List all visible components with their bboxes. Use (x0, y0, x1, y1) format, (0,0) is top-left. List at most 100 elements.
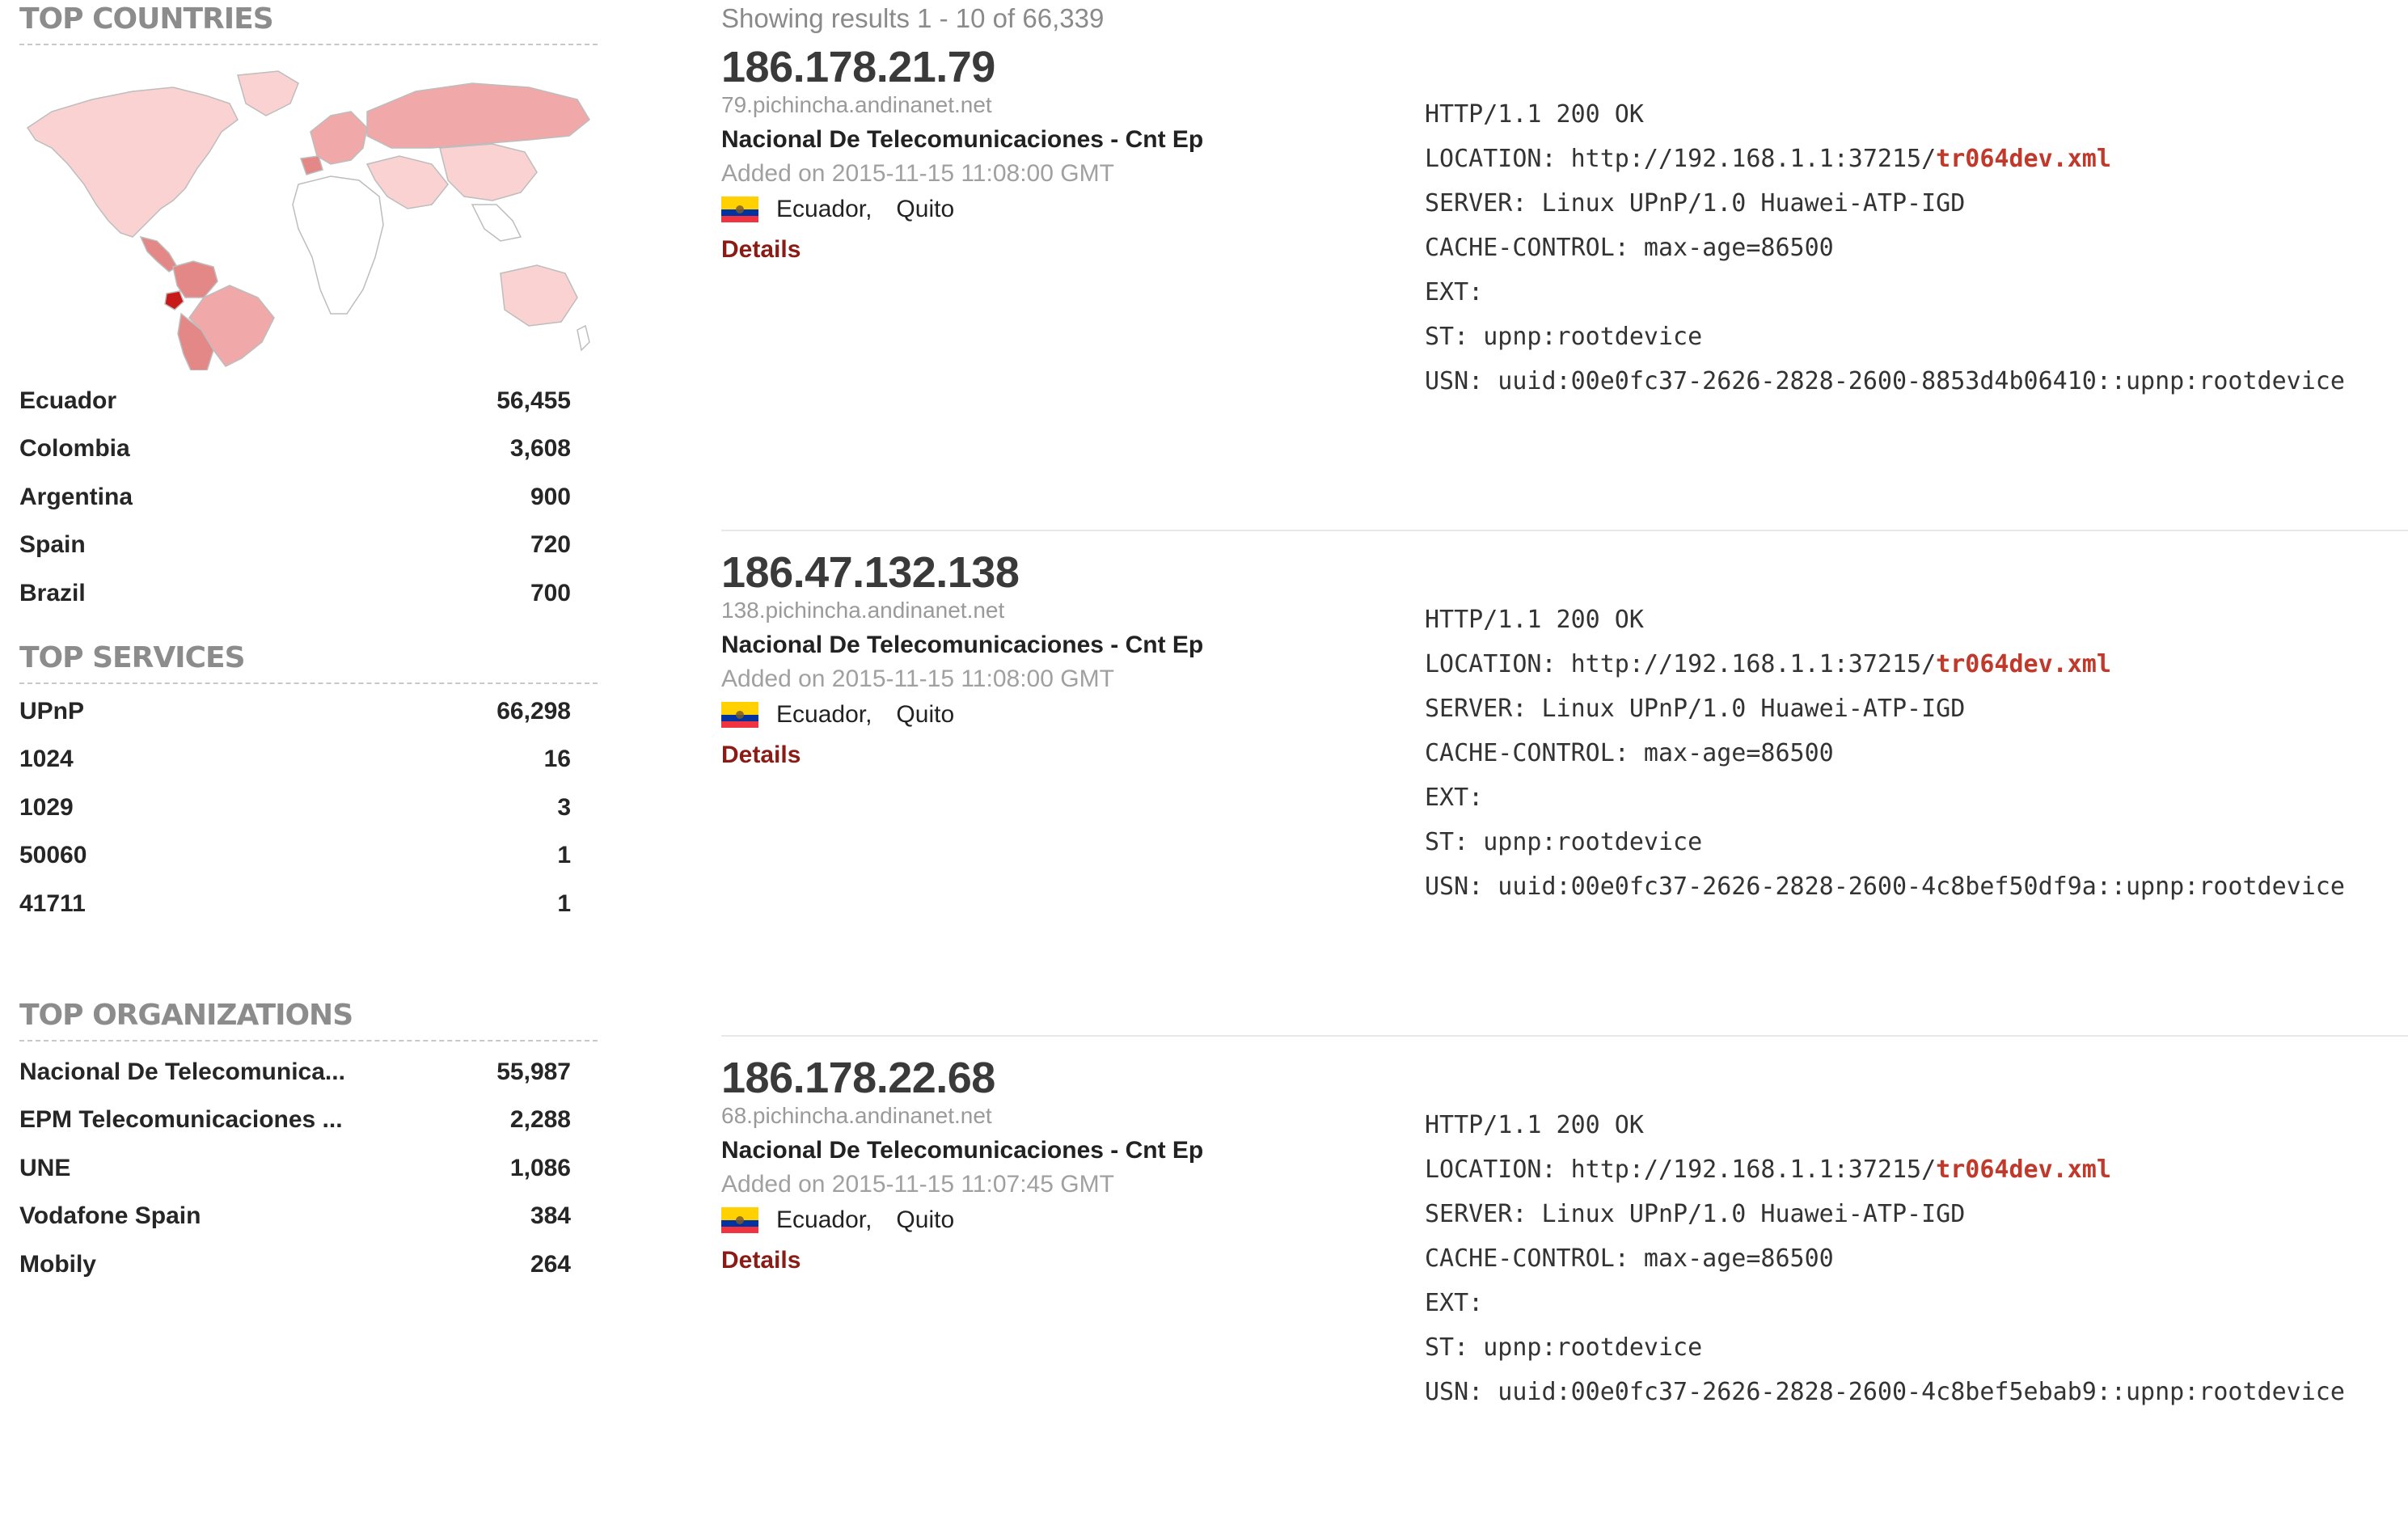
service-count: 66,298 (496, 697, 571, 725)
service-row[interactable]: 1029 3 (19, 784, 571, 832)
country-row[interactable]: Argentina 900 (19, 473, 571, 522)
result-city[interactable]: Quito (896, 1206, 954, 1234)
organization-row[interactable]: Nacional De Telecomunica... 55,987 (19, 1048, 571, 1096)
service-count: 1 (557, 842, 571, 869)
banner-location: LOCATION: http://192.168.1.1:37215/tr064… (1425, 1147, 2345, 1192)
banner-usn: USN: uuid:00e0fc37-2626-2828-2600-8853d4… (1425, 367, 2345, 395)
result-banner: HTTP/1.1 200 OK LOCATION: http://192.168.… (1425, 92, 2345, 404)
result-hostname: 79.pichincha.andinanet.net (721, 92, 992, 117)
organization-count: 264 (530, 1250, 571, 1278)
country-name[interactable]: Ecuador (19, 387, 116, 415)
country-count: 900 (530, 483, 571, 510)
service-name[interactable]: 41711 (19, 890, 86, 918)
country-row[interactable]: Spain 720 (19, 522, 571, 570)
top-organizations-list: Nacional De Telecomunica... 55,987 EPM T… (19, 1048, 571, 1289)
banner-usn: USN: uuid:00e0fc37-2626-2828-2600-4c8bef… (1425, 1378, 2345, 1406)
banner-location-prefix: LOCATION: http://192.168.1.1:37215/ (1425, 1156, 1937, 1184)
organization-count: 384 (530, 1202, 571, 1230)
country-count: 56,455 (496, 387, 571, 414)
result-ip[interactable]: 186.47.132.138 (721, 547, 1020, 598)
service-row[interactable]: 50060 1 (19, 832, 571, 881)
result-banner: HTTP/1.1 200 OK LOCATION: http://192.168.… (1425, 1103, 2345, 1414)
banner-server: SERVER: Linux UPnP/1.0 Huawei-ATP-IGD (1425, 695, 1966, 723)
organization-count: 2,288 (509, 1106, 571, 1134)
result-item: 186.178.21.79 79.pichincha.andinanet.net… (721, 42, 2408, 527)
organization-name[interactable]: UNE (19, 1155, 70, 1182)
result-divider (721, 1035, 2408, 1037)
banner-ext: EXT: (1425, 1289, 1484, 1317)
result-country[interactable]: Ecuador, (776, 196, 872, 223)
result-banner: HTTP/1.1 200 OK LOCATION: http://192.168.… (1425, 598, 2345, 909)
country-count: 3,608 (509, 435, 571, 463)
organization-name[interactable]: Nacional De Telecomunica... (19, 1058, 345, 1086)
country-count: 700 (530, 579, 571, 606)
banner-location-prefix: LOCATION: http://192.168.1.1:37215/ (1425, 650, 1937, 678)
top-organizations-title: TOP ORGANIZATIONS (19, 996, 598, 1042)
result-item: 186.178.22.68 68.pichincha.andinanet.net… (721, 1035, 2408, 1538)
service-name[interactable]: 1024 (19, 746, 74, 773)
result-hostname: 138.pichincha.andinanet.net (721, 598, 1005, 623)
result-organization[interactable]: Nacional De Telecomunicaciones - Cnt Ep (721, 632, 1203, 659)
country-name[interactable]: Spain (19, 531, 86, 559)
result-ip[interactable]: 186.178.22.68 (721, 1053, 995, 1103)
result-location: Ecuador, Quito (721, 196, 954, 223)
top-services-title: TOP SERVICES (19, 639, 598, 684)
country-name[interactable]: Argentina (19, 484, 133, 511)
banner-location: LOCATION: http://192.168.1.1:37215/tr064… (1425, 137, 2345, 181)
top-organizations-section: TOP ORGANIZATIONS Nacional De Telecomuni… (19, 996, 598, 1289)
top-countries-list: Ecuador 56,455 Colombia 3,608 Argentina … (19, 377, 571, 618)
service-name[interactable]: UPnP (19, 698, 84, 725)
result-city[interactable]: Quito (896, 701, 954, 729)
result-city[interactable]: Quito (896, 196, 954, 223)
result-ip[interactable]: 186.178.21.79 (721, 42, 995, 92)
result-added-date: Added on 2015-11-15 11:08:00 GMT (721, 665, 1114, 692)
top-countries-section: TOP COUNTRIES Ecuador 56,455 Colombia 3,… (19, 0, 598, 618)
service-row[interactable]: 41711 1 (19, 880, 571, 928)
banner-st: ST: upnp:rootdevice (1425, 1333, 1703, 1362)
result-item: 186.47.132.138 138.pichincha.andinanet.n… (721, 530, 2408, 1033)
result-organization[interactable]: Nacional De Telecomunicaciones - Cnt Ep (721, 126, 1203, 154)
result-added-date: Added on 2015-11-15 11:07:45 GMT (721, 1171, 1114, 1198)
details-link[interactable]: Details (721, 742, 801, 769)
banner-cache-control: CACHE-CONTROL: max-age=86500 (1425, 739, 1834, 767)
result-country[interactable]: Ecuador, (776, 701, 872, 729)
organization-name[interactable]: EPM Telecomunicaciones ... (19, 1106, 343, 1134)
result-country[interactable]: Ecuador, (776, 1206, 872, 1234)
organization-name[interactable]: Mobily (19, 1251, 96, 1278)
organization-row[interactable]: UNE 1,086 (19, 1144, 571, 1193)
service-row[interactable]: UPnP 66,298 (19, 687, 571, 736)
organization-name[interactable]: Vodafone Spain (19, 1202, 201, 1230)
banner-st: ST: upnp:rootdevice (1425, 828, 1703, 856)
service-count: 3 (557, 793, 571, 821)
service-name[interactable]: 1029 (19, 794, 74, 822)
country-row[interactable]: Ecuador 56,455 (19, 377, 571, 425)
ecuador-flag-icon (721, 1207, 758, 1233)
ecuador-flag-icon (721, 702, 758, 728)
banner-ext: EXT: (1425, 784, 1484, 812)
top-services-section: TOP SERVICES UPnP 66,298 1024 16 1029 3 … (19, 639, 598, 928)
banner-location-file: tr064dev.xml (1936, 650, 2111, 678)
country-row[interactable]: Colombia 3,608 (19, 425, 571, 474)
banner-status: HTTP/1.1 200 OK (1425, 100, 1644, 129)
service-name[interactable]: 50060 (19, 842, 87, 869)
country-name[interactable]: Colombia (19, 435, 130, 463)
service-count: 16 (543, 746, 571, 773)
banner-st: ST: upnp:rootdevice (1425, 323, 1703, 351)
result-organization[interactable]: Nacional De Telecomunicaciones - Cnt Ep (721, 1137, 1203, 1164)
banner-location-prefix: LOCATION: http://192.168.1.1:37215/ (1425, 145, 1937, 173)
service-count: 1 (557, 889, 571, 917)
details-link[interactable]: Details (721, 236, 801, 264)
banner-location-file: tr064dev.xml (1936, 145, 2111, 173)
organization-row[interactable]: Mobily 264 (19, 1240, 571, 1289)
world-map[interactable] (19, 55, 598, 370)
result-divider (721, 530, 2408, 531)
organization-count: 1,086 (509, 1154, 571, 1181)
service-row[interactable]: 1024 16 (19, 736, 571, 784)
results-summary: Showing results 1 - 10 of 66,339 (721, 3, 1105, 33)
organization-row[interactable]: Vodafone Spain 384 (19, 1193, 571, 1241)
country-row[interactable]: Brazil 700 (19, 569, 571, 618)
organization-row[interactable]: EPM Telecomunicaciones ... 2,288 (19, 1096, 571, 1145)
country-name[interactable]: Brazil (19, 580, 86, 607)
banner-server: SERVER: Linux UPnP/1.0 Huawei-ATP-IGD (1425, 1200, 1966, 1228)
details-link[interactable]: Details (721, 1247, 801, 1274)
